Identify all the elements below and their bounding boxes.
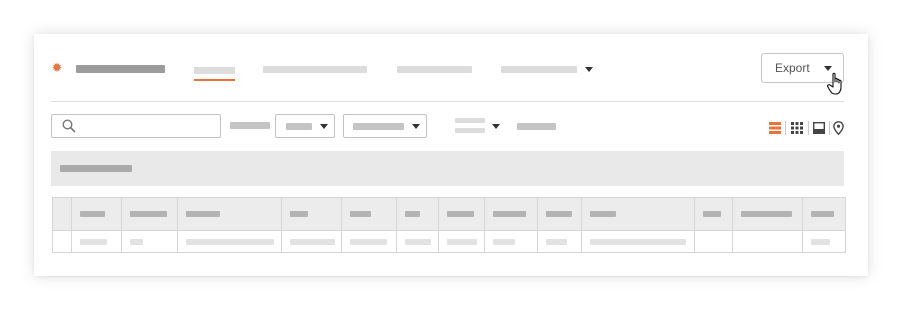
- table-header-cell[interactable]: [71, 197, 122, 231]
- tab-dropdown-caret-icon[interactable]: [585, 67, 593, 72]
- table-header-row: [52, 197, 846, 231]
- table-header-cell[interactable]: [52, 197, 72, 231]
- project-title-placeholder: [76, 65, 165, 73]
- header-divider: [51, 101, 844, 102]
- data-table: [52, 197, 846, 253]
- group-header-label-placeholder: [60, 165, 132, 172]
- group-header-bar[interactable]: [51, 151, 844, 186]
- tab-4-placeholder[interactable]: [501, 66, 577, 73]
- table-cell[interactable]: [121, 230, 178, 253]
- table-cell[interactable]: [484, 230, 538, 253]
- table-cell[interactable]: [341, 230, 397, 253]
- sort-value-placeholder: [517, 123, 556, 130]
- table-cell[interactable]: [396, 230, 439, 253]
- table-cell[interactable]: [581, 230, 695, 253]
- table-header-cell[interactable]: [694, 197, 733, 231]
- search-input[interactable]: [51, 114, 221, 138]
- table-cell[interactable]: [802, 230, 846, 253]
- filter-select-1[interactable]: [275, 114, 335, 138]
- view-separator: [808, 121, 809, 135]
- table-header-cell[interactable]: [177, 197, 282, 231]
- hand-pointer-cursor-icon: [827, 72, 842, 95]
- view-separator: [785, 121, 786, 135]
- tab-active-placeholder[interactable]: [194, 67, 235, 74]
- table-header-cell[interactable]: [438, 197, 485, 231]
- search-icon: [62, 119, 76, 133]
- map-pin-icon[interactable]: [833, 121, 844, 135]
- tab-3-placeholder[interactable]: [397, 66, 472, 73]
- tab-2-placeholder[interactable]: [263, 66, 367, 73]
- active-tab-indicator: [194, 79, 235, 81]
- grid-view-icon[interactable]: [791, 122, 803, 134]
- chevron-down-icon: [320, 124, 328, 129]
- table-header-cell[interactable]: [396, 197, 439, 231]
- chevron-down-icon: [824, 66, 832, 71]
- table-header-cell[interactable]: [121, 197, 178, 231]
- table-header-cell[interactable]: [281, 197, 342, 231]
- table-cell[interactable]: [177, 230, 282, 253]
- table-header-cell[interactable]: [484, 197, 538, 231]
- table-cell[interactable]: [732, 230, 803, 253]
- filter-label-placeholder: [230, 122, 270, 129]
- export-button-label: Export: [775, 61, 810, 75]
- table-header-cell[interactable]: [341, 197, 397, 231]
- gear-icon: ✹: [51, 61, 63, 76]
- filter-select-2-value: [353, 123, 404, 130]
- table-header-cell[interactable]: [732, 197, 803, 231]
- view-separator: [829, 121, 830, 135]
- table-header-cell[interactable]: [581, 197, 695, 231]
- gallery-view-icon[interactable]: [813, 122, 825, 134]
- table-cell[interactable]: [438, 230, 485, 253]
- filter-select-1-value: [286, 123, 312, 130]
- filter-select-2[interactable]: [343, 114, 427, 138]
- table-cell[interactable]: [52, 230, 72, 253]
- table-cell[interactable]: [281, 230, 342, 253]
- table-cell[interactable]: [694, 230, 733, 253]
- table-row[interactable]: [52, 230, 846, 253]
- sort-label-line-1: [455, 118, 485, 123]
- table-header-cell[interactable]: [802, 197, 846, 231]
- table-cell[interactable]: [71, 230, 122, 253]
- sort-dropdown-caret-icon[interactable]: [492, 124, 500, 129]
- list-view-icon[interactable]: [769, 122, 781, 134]
- chevron-down-icon: [412, 124, 420, 129]
- sort-label-line-2: [455, 128, 485, 133]
- table-header-cell[interactable]: [537, 197, 582, 231]
- table-cell[interactable]: [537, 230, 582, 253]
